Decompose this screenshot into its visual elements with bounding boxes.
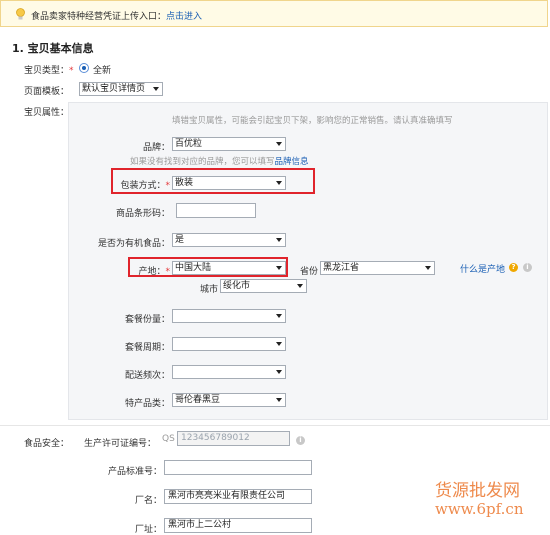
chevron-down-icon	[294, 281, 305, 291]
specialty-label: 特产品类：	[124, 399, 170, 409]
license-label: 生产许可证编号：	[84, 439, 157, 449]
notice-link[interactable]: 点击进入	[166, 12, 202, 22]
chevron-down-icon	[273, 339, 284, 349]
package-period-label: 套餐周期：	[124, 343, 170, 353]
lightbulb-icon	[16, 8, 25, 20]
question-icon[interactable]: ?	[509, 263, 518, 272]
factory-name-label: 厂名：	[134, 496, 162, 506]
page-template-select[interactable]: 默认宝贝详情页	[79, 82, 163, 96]
notice-bar: 食品卖家特种经营凭证上传入口：点击进入	[0, 0, 548, 27]
organic-label: 是否为有机食品：	[97, 239, 170, 249]
delivery-freq-label: 配送频次：	[124, 371, 170, 381]
info-icon[interactable]: i	[523, 263, 532, 272]
delivery-freq-select[interactable]	[172, 365, 286, 379]
food-safety-label: 食品安全：	[24, 439, 70, 449]
package-qty-label: 套餐份量：	[124, 315, 170, 325]
brand-label: 品牌：	[142, 143, 170, 153]
chevron-down-icon	[150, 84, 161, 94]
origin-help-link[interactable]: 什么是产地	[460, 262, 505, 275]
city-label: 城市	[200, 285, 219, 295]
item-type-option-label: 全新	[93, 66, 112, 76]
chevron-down-icon	[273, 367, 284, 377]
chevron-down-icon	[273, 395, 284, 405]
info-icon[interactable]: i	[296, 436, 305, 445]
factory-address-label: 厂址：	[134, 525, 162, 535]
chevron-down-icon	[273, 311, 284, 321]
brand-hint: 如果没有找到对应的品牌，您可以填写品牌信息	[130, 157, 309, 167]
divider	[0, 425, 550, 426]
chevron-down-icon	[273, 235, 284, 245]
barcode-input[interactable]	[176, 203, 256, 218]
package-period-select[interactable]	[172, 337, 286, 351]
organic-select[interactable]: 是	[172, 233, 286, 247]
attributes-label: 宝贝属性：	[24, 108, 70, 118]
packaging-select[interactable]: 散装	[172, 176, 286, 190]
province-label: 省份	[300, 267, 319, 277]
license-prefix: QS	[162, 434, 175, 444]
chevron-down-icon	[273, 139, 284, 149]
attributes-hint: 填错宝贝属性，可能会引起宝贝下架，影响您的正常销售。请认真准确填写	[172, 116, 453, 126]
package-qty-select[interactable]	[172, 309, 286, 323]
origin-select[interactable]: 中国大陆	[172, 261, 286, 275]
origin-label: 产地：*	[138, 267, 170, 277]
brand-select[interactable]: 百优粒	[172, 137, 286, 151]
chevron-down-icon	[422, 263, 433, 273]
product-standard-input[interactable]	[164, 460, 312, 475]
factory-address-input[interactable]: 黑河市上二公村	[164, 518, 312, 533]
specialty-select[interactable]: 哥伦春黑豆	[172, 393, 286, 407]
page-template-label: 页面模板：	[24, 87, 70, 97]
city-select[interactable]: 绥化市	[220, 279, 307, 293]
watermark-url: www.6pf.cn	[435, 500, 524, 518]
chevron-down-icon	[273, 178, 284, 188]
brand-info-link[interactable]: 品牌信息	[275, 157, 309, 167]
barcode-label: 商品条形码：	[115, 209, 170, 219]
item-type-label: 宝贝类型：*	[24, 66, 74, 76]
section-title: 1. 宝贝基本信息	[12, 42, 94, 55]
product-standard-label: 产品标准号：	[107, 467, 162, 477]
province-select[interactable]: 黑龙江省	[320, 261, 435, 275]
packaging-label: 包装方式：*	[120, 181, 170, 191]
chevron-down-icon	[273, 263, 284, 273]
license-input[interactable]: 123456789012	[177, 431, 290, 446]
item-type-radio-new[interactable]	[79, 63, 89, 73]
factory-name-input[interactable]: 黑河市亮亮米业有限责任公司	[164, 489, 312, 504]
watermark-logo: 货源批发网	[435, 481, 520, 501]
notice-text: 食品卖家特种经营凭证上传入口：点击进入	[31, 12, 203, 22]
